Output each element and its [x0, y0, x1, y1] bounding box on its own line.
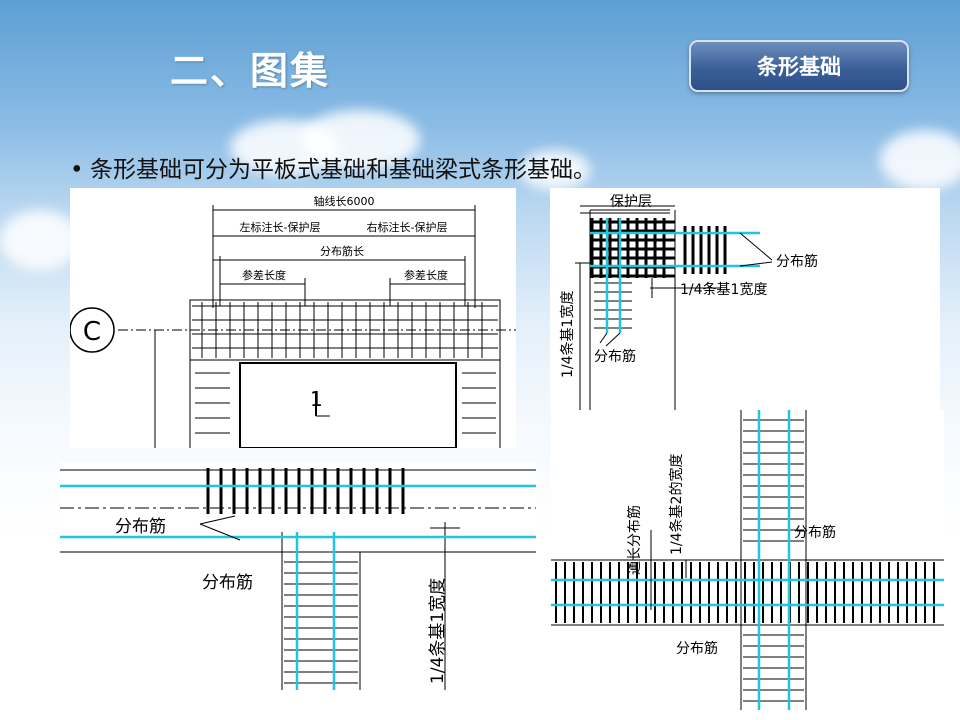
- figure-corner-detail-svg: 保护层 分布筋 1/4条基1宽度 1/4条基1宽度 分布筋: [559, 194, 818, 410]
- plan-vertical-rebars: [201, 302, 483, 358]
- figure-t-junction-svg: 分布筋 分布筋 1/4条基1宽度: [60, 468, 536, 690]
- bullet-label: 条形基础可分为平板式基础和基础梁式条形基础。: [90, 157, 596, 183]
- axis-length-label: 轴线长6000: [314, 194, 375, 208]
- section-mark-label: 1: [310, 387, 323, 411]
- distribution-mid-label: 分布筋: [202, 573, 253, 593]
- slide-title: 二、图集: [170, 49, 331, 93]
- overlap-left-label: 参差长度: [242, 268, 286, 282]
- quarter-width-label-t: 1/4条基1宽度: [428, 578, 448, 684]
- right-dim-label: 右标注长-保护层: [367, 220, 448, 234]
- distribution-bottom-label: 分布筋: [594, 348, 636, 365]
- distribution-right-label: 分布筋: [776, 253, 818, 270]
- figure-strip-plan: C 1 轴线长6000 左标注长-保护层 右标注长-保护层 分布筋长 参差长度 …: [69, 188, 516, 449]
- bullet-text: • 条形基础可分为平板式基础和基础梁式条形基础。: [70, 150, 596, 184]
- cloud-decoration: [880, 130, 960, 190]
- figure-cross-junction-svg: 通长分布筋 1/4条基2的宽度 分布筋 分布筋: [551, 410, 944, 710]
- bullet-dot-icon: •: [70, 157, 84, 183]
- corner-rebar-grid: [590, 218, 727, 329]
- distribution-bottom-label-cross: 分布筋: [676, 640, 718, 657]
- section-badge-button[interactable]: 条形基础: [689, 40, 909, 92]
- quarter-width-vertical-label: 1/4条基1宽度: [559, 291, 576, 378]
- cover-label: 保护层: [610, 194, 652, 210]
- axis-label: C: [83, 317, 101, 347]
- figure-corner-detail: 保护层 分布筋 1/4条基1宽度 1/4条基1宽度 分布筋: [550, 188, 940, 410]
- figure-cross-junction: 通长分布筋 1/4条基2的宽度 分布筋 分布筋: [551, 410, 944, 710]
- quarter-width2-label: 1/4条基2的宽度: [668, 454, 685, 555]
- figure-t-junction: 分布筋 分布筋 1/4条基1宽度: [60, 462, 536, 690]
- cloud-decoration: [0, 210, 80, 270]
- quarter-width-label: 1/4条基1宽度: [680, 281, 767, 298]
- left-dim-label: 左标注长-保护层: [240, 220, 321, 234]
- distribution-right-label-cross: 分布筋: [794, 524, 836, 541]
- distribution-length-label: 分布筋长: [320, 244, 364, 258]
- through-distribution-label: 通长分布筋: [626, 505, 643, 575]
- distribution-left-label: 分布筋: [115, 517, 166, 537]
- figure-strip-plan-svg: C 1 轴线长6000 左标注长-保护层 右标注长-保护层 分布筋长 参差长度 …: [69, 194, 516, 449]
- overlap-right-label: 参差长度: [404, 268, 448, 282]
